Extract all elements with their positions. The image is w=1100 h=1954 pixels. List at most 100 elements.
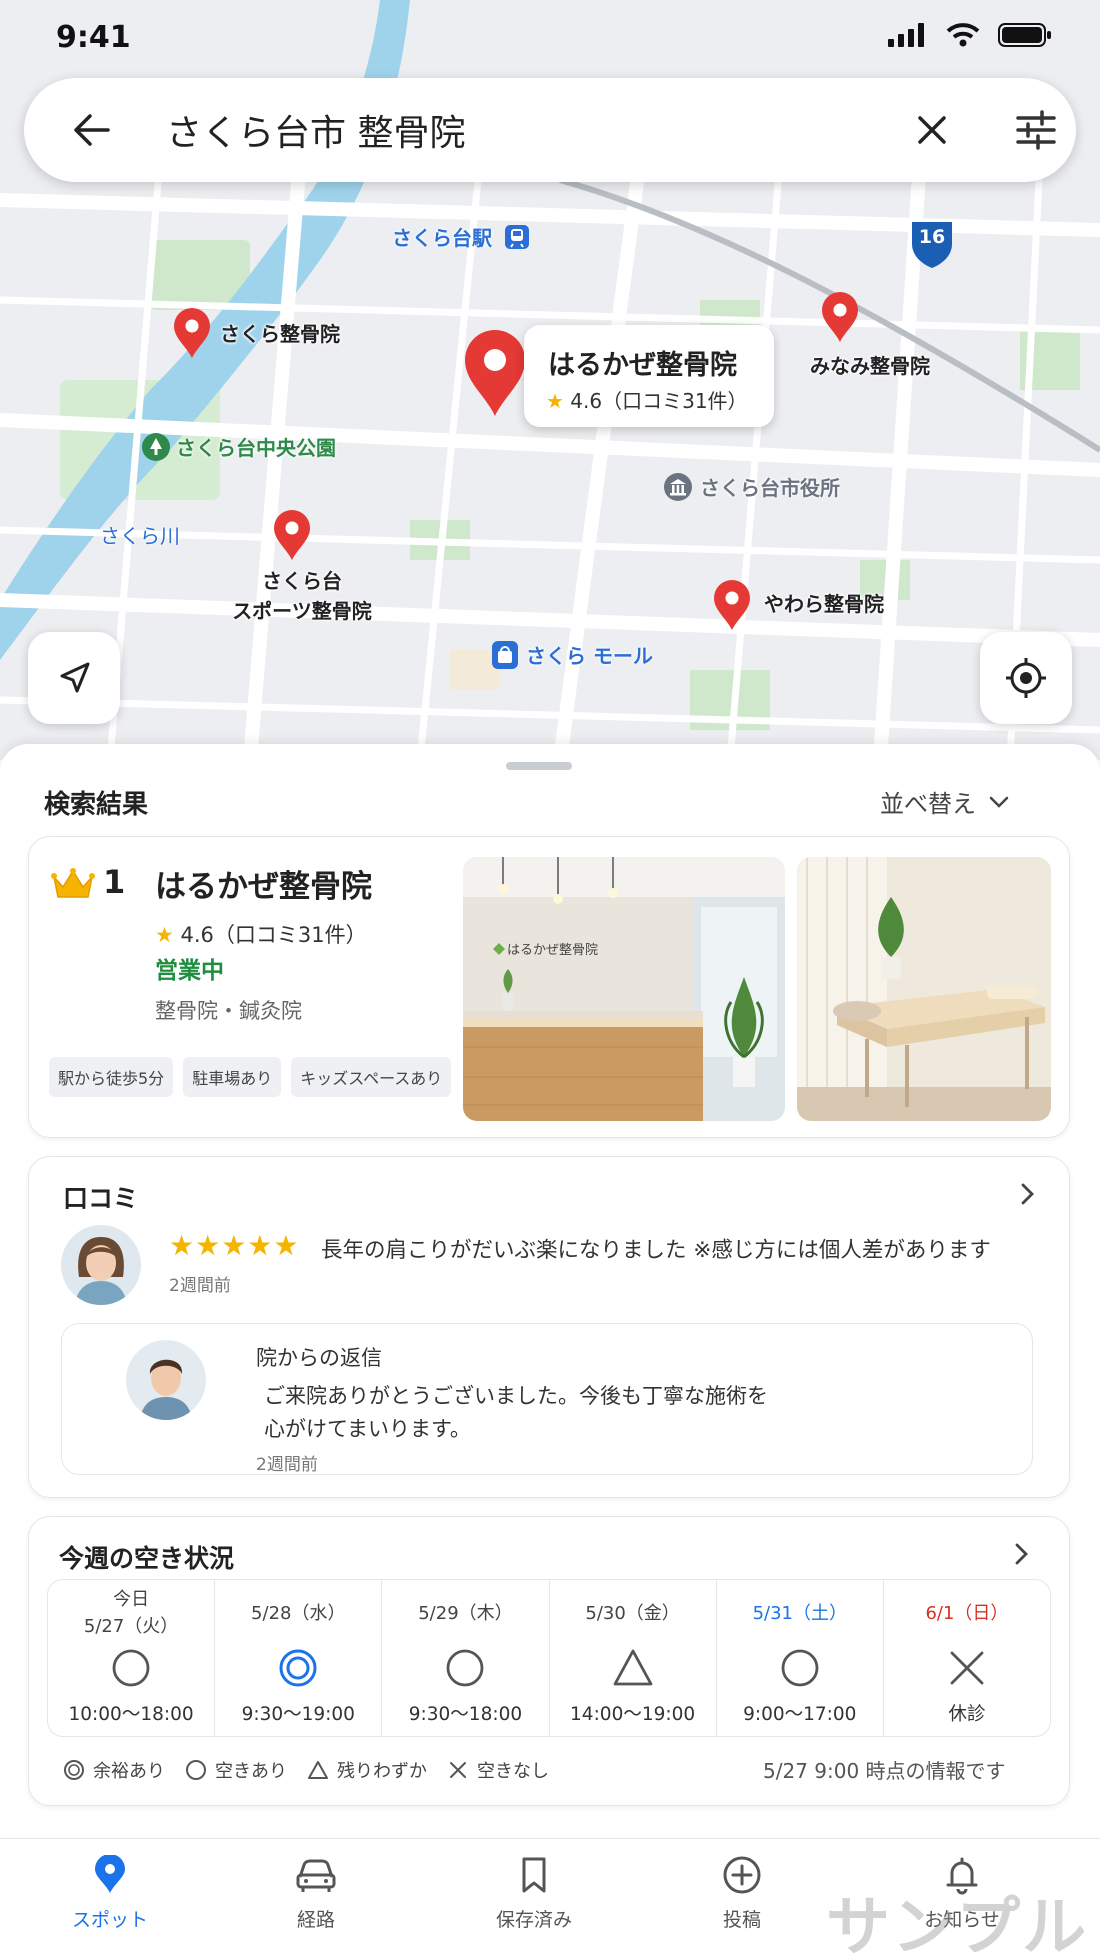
- day-column[interactable]: 6/1（日） 休診: [884, 1580, 1050, 1736]
- reception-illustration: [463, 857, 785, 1121]
- signal-icon: [888, 23, 924, 47]
- map-pin-sports[interactable]: [272, 508, 312, 562]
- nav-saved[interactable]: 保存済み: [464, 1855, 604, 1932]
- day-hours: 9:30〜18:00: [408, 1704, 523, 1725]
- day-hours: 9:30〜19:00: [241, 1704, 355, 1725]
- day-column[interactable]: 5/28（水） 9:30〜19:00: [215, 1580, 383, 1736]
- callout-rating: ★ 4.6（口コミ31件）: [546, 389, 748, 413]
- bookmark-icon: [522, 1857, 546, 1893]
- nav-route[interactable]: 経路: [246, 1855, 386, 1932]
- day-column[interactable]: 5/31（土） 9:00〜17:00: [717, 1580, 884, 1736]
- chip-station-walk: 駅から徒歩5分: [49, 1057, 174, 1097]
- crown-icon: [51, 868, 95, 898]
- search-input[interactable]: さくら台市 整骨院: [166, 104, 465, 156]
- status-bar: 9:41: [0, 0, 1100, 74]
- review-section-title: 口コミ: [63, 1184, 139, 1213]
- sort-button[interactable]: 並べ替え: [880, 784, 1010, 819]
- cross-icon: [950, 1651, 984, 1685]
- government-building-icon: [664, 473, 692, 501]
- day-column[interactable]: 今日 5/27（火） 10:00〜18:00: [48, 1580, 216, 1736]
- pin-label-sakura[interactable]: さくら整骨院: [220, 318, 340, 347]
- map-pin-minami[interactable]: [820, 290, 860, 344]
- pin-label-sports[interactable]: さくら台 スポーツ整骨院: [222, 566, 382, 626]
- plus-circle-icon: [723, 1856, 761, 1894]
- map-pin-selected[interactable]: [462, 328, 528, 418]
- day-hours: 休診: [948, 1704, 986, 1725]
- bottom-nav: スポット 経路 保存済み 投稿 お知らせ: [0, 1838, 1100, 1954]
- status-time: 9:41: [56, 20, 131, 55]
- nav-post[interactable]: 投稿: [672, 1855, 812, 1932]
- chip-parking: 駐車場あり: [183, 1057, 282, 1097]
- photo-reception[interactable]: はるかぜ整骨院: [463, 857, 785, 1121]
- legend-full: 空きなし: [447, 1757, 549, 1783]
- train-icon: [504, 225, 529, 249]
- poi-mall[interactable]: さくら モール: [492, 640, 653, 669]
- navigate-button[interactable]: [28, 632, 120, 724]
- circle-icon: [112, 1649, 150, 1687]
- poi-city-hall[interactable]: さくら台市役所: [664, 472, 840, 501]
- chip-kids-space: キッズスペースあり: [291, 1057, 452, 1097]
- poi-park[interactable]: さくら台中央公園: [142, 432, 336, 461]
- selected-place-callout[interactable]: はるかぜ整骨院 ★ 4.6（口コミ31件）: [524, 325, 774, 427]
- circle-icon: [447, 1649, 484, 1687]
- reply-text: ご来院ありがとうございました。今後も丁寧な施術を 心がけてまいります。: [264, 1384, 768, 1441]
- poi-station[interactable]: さくら台駅: [392, 222, 529, 251]
- bell-icon: [946, 1857, 978, 1895]
- star-icon: ★: [546, 389, 564, 413]
- day-column[interactable]: 5/29（木） 9:30〜18:00: [382, 1580, 550, 1736]
- star-icon: ★: [155, 923, 174, 947]
- map-view[interactable]: 16 9:41 さくら台市 整骨院 さくら台駅 さくら台中央公園 さくら川 さく…: [0, 0, 1100, 760]
- double-circle-icon: [279, 1649, 317, 1687]
- feature-chips: 駅から徒歩5分 駐車場あり キッズスペースあり: [49, 1057, 452, 1097]
- photo-sign-text: はるかぜ整骨院: [507, 943, 599, 958]
- day-label: 5/31（土）: [752, 1603, 847, 1624]
- sheet-drag-handle[interactable]: [506, 762, 572, 770]
- map-pin-yawara[interactable]: [712, 578, 752, 632]
- search-bar[interactable]: さくら台市 整骨院: [24, 78, 1076, 182]
- photo-treatment-room[interactable]: [797, 857, 1051, 1121]
- review-text: 長年の肩こりがだいぶ楽になりました ※感じ方には個人差があります: [321, 1238, 991, 1263]
- nav-notifications[interactable]: お知らせ: [892, 1855, 1032, 1932]
- nav-spot[interactable]: スポット: [40, 1854, 180, 1932]
- pin-label-minami[interactable]: みなみ整骨院: [810, 350, 930, 379]
- owner-avatar: [126, 1340, 206, 1420]
- availability-as-of: 5/27 9:00 時点の情報です: [763, 1759, 1006, 1783]
- day-column[interactable]: 5/30（金） 14:00〜19:00: [550, 1580, 717, 1736]
- result-card[interactable]: 1 はるかぜ整骨院 ★ 4.6（口コミ31件） 営業中 整骨院・鍼灸院 駅から徒…: [28, 836, 1070, 1138]
- filter-sliders-icon[interactable]: [1014, 108, 1058, 152]
- route-shield-label: 16: [918, 226, 946, 248]
- reply-timestamp: 2週間前: [256, 1455, 318, 1475]
- double-circle-icon: [64, 1760, 84, 1780]
- rank-number: 1: [103, 863, 126, 901]
- shopping-bag-icon: [492, 641, 518, 669]
- review-timestamp: 2週間前: [169, 1276, 231, 1296]
- chevron-right-icon[interactable]: [1019, 1181, 1037, 1207]
- review-card[interactable]: 口コミ ★★★★★ 長年の肩こりがだいぶ楽になりました ※感じ方には個人差があり…: [28, 1156, 1070, 1498]
- result-name[interactable]: はるかぜ整骨院: [155, 861, 372, 906]
- day-label: 5/28（水）: [251, 1603, 346, 1624]
- review-stars: ★★★★★: [169, 1229, 300, 1262]
- reviewer-avatar: [61, 1225, 141, 1305]
- reply-title: 院からの返信: [256, 1346, 382, 1370]
- triangle-icon: [613, 1649, 652, 1686]
- back-arrow-icon[interactable]: [72, 110, 112, 150]
- pin-label-yawara[interactable]: やわら整骨院: [764, 588, 884, 617]
- availability-card[interactable]: 今週の空き状況 今日 5/27（火） 10:00〜18:00 5/28（水） 9:30〜…: [28, 1516, 1070, 1806]
- results-sheet[interactable]: 検索結果 並べ替え 1 はるかぜ整骨院 ★ 4.6（口コミ31件） 営業中 整骨…: [0, 744, 1100, 1838]
- map-pin-sakura[interactable]: [172, 306, 212, 360]
- callout-name: はるかぜ整骨院: [548, 350, 737, 381]
- poi-river: さくら川: [100, 524, 180, 548]
- cross-icon: [450, 1762, 466, 1778]
- result-rating: ★ 4.6（口コミ31件）: [155, 923, 367, 947]
- status-icons: [888, 22, 1052, 48]
- clear-icon[interactable]: [912, 110, 952, 150]
- my-location-button[interactable]: [980, 632, 1072, 724]
- availability-days: 今日 5/27（火） 10:00〜18:00 5/28（水） 9:30〜19:00 5/2…: [47, 1579, 1051, 1737]
- car-icon: [296, 1859, 336, 1892]
- day-label: 今日 5/27（火）: [83, 1589, 179, 1637]
- chevron-right-icon[interactable]: [1013, 1541, 1031, 1567]
- battery-icon: [998, 23, 1051, 47]
- availability-title: 今週の空き状況: [59, 1544, 235, 1573]
- owner-reply: 院からの返信 ご来院ありがとうございました。今後も丁寧な施術を 心がけてまいりま…: [61, 1323, 1033, 1475]
- navigation-arrow-icon: [60, 662, 90, 693]
